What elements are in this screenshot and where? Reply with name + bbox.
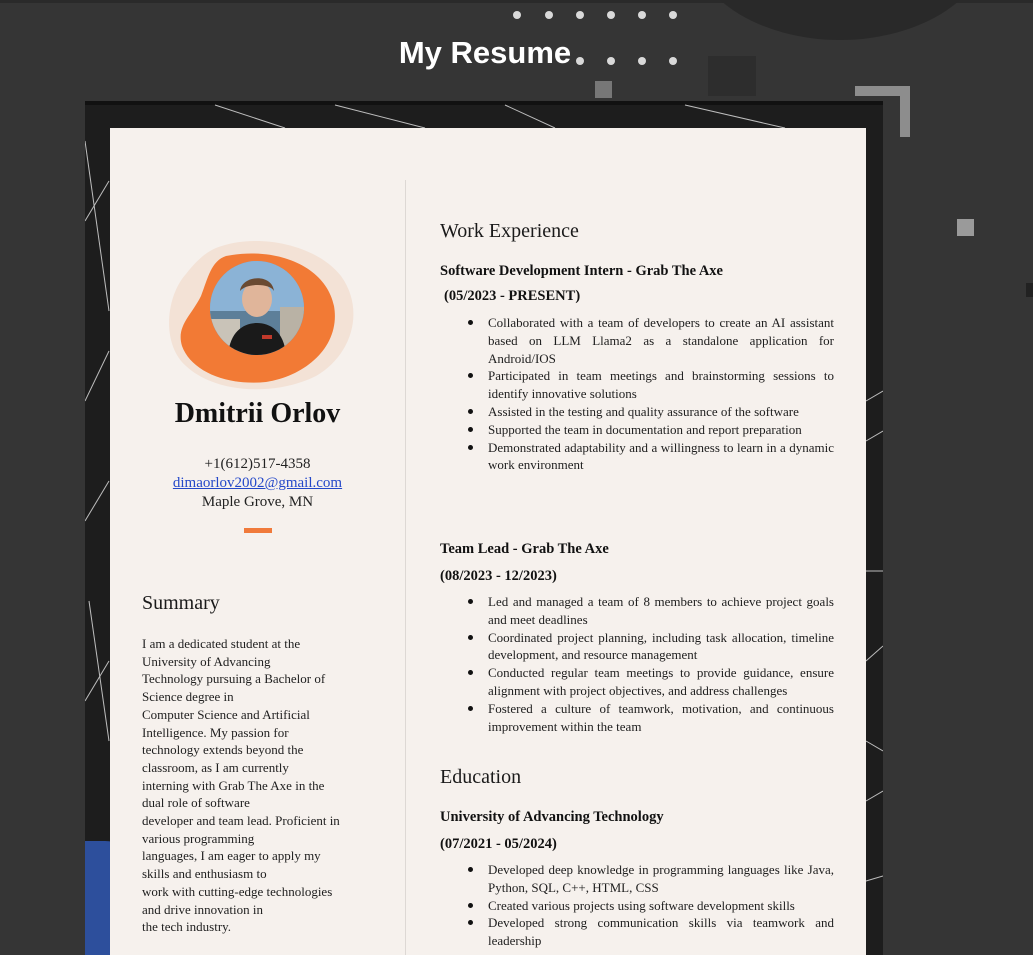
dot-decoration <box>607 11 615 19</box>
list-item: Developed deep knowledge in programming … <box>468 862 834 895</box>
dot-decoration <box>669 11 677 19</box>
dot-decoration <box>513 11 521 19</box>
list-item: Created various projects using software … <box>468 897 834 915</box>
dot-decoration <box>545 11 553 19</box>
job-title: Team Lead - Grab The Axe <box>440 541 609 557</box>
profile-email-link[interactable]: dimaorlov2002@gmail.com <box>173 475 342 491</box>
job-title: Software Development Intern - Grab The A… <box>440 263 723 279</box>
square-decoration <box>957 219 974 236</box>
work-experience-heading: Work Experience <box>440 220 579 242</box>
profile-phone: +1(612)517-4358 <box>204 456 311 472</box>
column-divider <box>405 180 406 955</box>
education-bullets: Developed deep knowledge in programming … <box>440 861 834 950</box>
square-decoration <box>595 81 612 98</box>
accent-bar <box>244 528 272 533</box>
profile-name: Dmitrii Orlov <box>174 398 341 429</box>
resume-paper: Dmitrii Orlov +1(612)517-4358 dimaorlov2… <box>110 128 866 955</box>
list-item: Collaborated with a team of developers t… <box>468 315 834 366</box>
list-item: Led and managed a team of 8 members to a… <box>468 594 834 627</box>
list-item: Assisted in the testing and quality assu… <box>468 403 834 421</box>
summary-heading: Summary <box>142 592 220 614</box>
school-name: University of Advancing Technology <box>440 809 664 825</box>
list-item: Fostered a culture of teamwork, motivati… <box>468 700 834 734</box>
resume-page: My Resume Dmitrii Orlov +1(612)517-4358 … <box>0 0 1033 955</box>
list-item: Developed strong communication skills vi… <box>468 915 834 949</box>
dot-decoration <box>576 11 584 19</box>
list-item: Conducted regular team meetings to provi… <box>468 665 834 698</box>
list-item: Participated in team meetings and brains… <box>468 368 834 402</box>
profile-location: Maple Grove, MN <box>201 494 314 510</box>
job-bullets: Collaborated with a team of developers t… <box>440 314 834 474</box>
list-item: Coordinated project planning, including … <box>468 629 834 663</box>
list-item: Demonstrated adaptability and a willingn… <box>468 439 834 473</box>
page-title: My Resume <box>398 35 572 70</box>
background-circle-decoration <box>690 0 990 40</box>
job-dates: (08/2023 - 12/2023) <box>440 568 557 584</box>
education-dates: (07/2021 - 05/2024) <box>440 836 557 852</box>
avatar-photo <box>210 261 304 355</box>
job-dates: (05/2023 - PRESENT) <box>444 288 581 304</box>
job-bullets: Led and managed a team of 8 members to a… <box>440 593 834 735</box>
summary-text: I am a dedicated student at the Universi… <box>142 636 340 935</box>
dot-decoration <box>638 11 646 19</box>
list-item: Supported the team in documentation and … <box>468 421 834 439</box>
profile-email-row: dimaorlov2002@gmail.com <box>110 475 405 492</box>
edge-mark-decoration <box>1026 283 1033 297</box>
avatar <box>210 261 304 355</box>
education-heading: Education <box>440 766 522 788</box>
